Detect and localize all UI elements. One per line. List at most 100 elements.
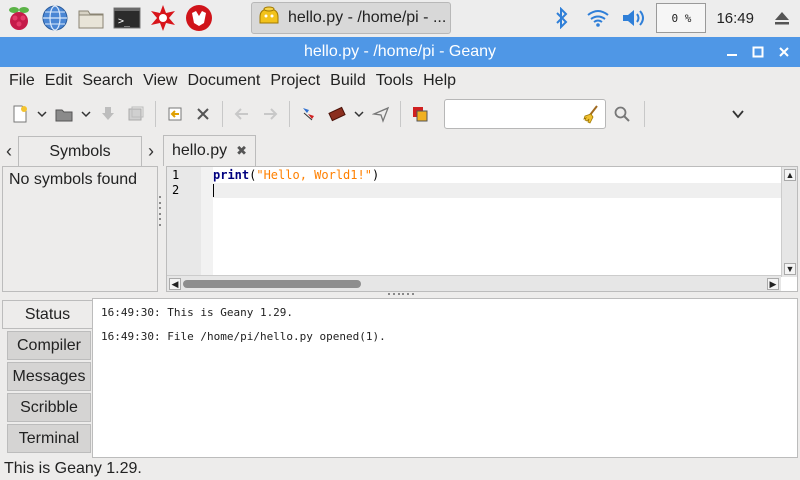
task-button-label: hello.py - /home/pi - ... — [288, 9, 447, 26]
line-number-gutter: 1 2 — [167, 167, 201, 277]
sidebar-prev-tab-icon[interactable]: ‹ — [2, 140, 16, 162]
symbols-empty-text: No symbols found — [9, 171, 138, 188]
scroll-down-icon[interactable]: ▼ — [784, 263, 796, 275]
editor-horizontal-scrollbar[interactable]: ◀ ▶ — [167, 275, 781, 291]
menu-tools[interactable]: Tools — [371, 72, 418, 90]
document-tab[interactable]: hello.py ✖ — [163, 135, 256, 166]
window-title: hello.py - /home/pi - Geany — [303, 43, 497, 60]
menu-file[interactable]: File — [4, 72, 40, 90]
open-file-icon[interactable] — [52, 102, 76, 126]
sidebar-next-tab-icon[interactable]: › — [144, 140, 158, 162]
scroll-right-icon[interactable]: ▶ — [767, 278, 779, 290]
task-button-geany[interactable]: hello.py - /home/pi - ... — [251, 2, 451, 34]
wolfram-icon[interactable] — [182, 1, 216, 35]
menu-view[interactable]: View — [138, 72, 182, 90]
execute-icon[interactable] — [369, 102, 393, 126]
code-string: "Hello, World1!" — [256, 168, 372, 182]
code-area[interactable]: print("Hello, World1!") — [213, 167, 781, 277]
scroll-up-icon[interactable]: ▲ — [784, 169, 796, 181]
maximize-icon[interactable] — [750, 44, 766, 60]
editor-vertical-scrollbar[interactable]: ▲ ▼ — [781, 167, 797, 277]
desktop: >_ hello.py - /home/pi - ... 0 % 16:49 h… — [0, 0, 800, 480]
close-icon[interactable] — [776, 44, 792, 60]
menu-edit[interactable]: Edit — [40, 72, 78, 90]
tab-symbols[interactable]: Symbols — [18, 136, 142, 166]
code-line: print("Hello, World1!") — [213, 168, 781, 183]
toolbar-separator — [155, 101, 156, 127]
fold-margin[interactable] — [201, 167, 213, 277]
scroll-left-icon[interactable]: ◀ — [169, 278, 181, 290]
new-file-icon[interactable] — [8, 102, 32, 126]
horizontal-scroll-thumb[interactable] — [183, 280, 361, 288]
log-line: 16:49:30: This is Geany 1.29. — [101, 306, 294, 319]
build-dropdown-icon[interactable] — [353, 102, 365, 126]
search-box — [444, 99, 606, 129]
symbols-panel: No symbols found — [2, 166, 158, 292]
message-window-tabs: Status Compiler Messages Scribble Termin… — [0, 298, 94, 458]
code-editor[interactable]: 1 2 print("Hello, World1!") ▲ ▼ ◀ ▶ — [166, 166, 798, 292]
menu-build[interactable]: Build — [325, 72, 371, 90]
toolbar-separator — [400, 101, 401, 127]
menu-project[interactable]: Project — [265, 72, 325, 90]
window-controls — [724, 37, 792, 67]
statusbar: This is Geany 1.29. — [0, 459, 800, 480]
open-file-dropdown-icon[interactable] — [80, 102, 92, 126]
search-input[interactable] — [445, 100, 575, 128]
raspberry-menu-icon[interactable] — [2, 1, 36, 35]
document-tab-label: hello.py — [172, 142, 228, 159]
save-icon[interactable] — [96, 102, 120, 126]
volume-icon[interactable] — [616, 0, 652, 36]
file-manager-icon[interactable] — [74, 1, 108, 35]
web-browser-icon[interactable] — [38, 1, 72, 35]
forward-icon[interactable] — [258, 102, 282, 126]
window-titlebar[interactable]: hello.py - /home/pi - Geany — [0, 37, 800, 67]
tab-status[interactable]: Status — [2, 300, 92, 329]
menu-search[interactable]: Search — [77, 72, 138, 90]
revert-icon[interactable] — [163, 102, 187, 126]
log-line: 16:49:30: File /home/pi/hello.py opened(… — [101, 330, 386, 343]
toolbar-overflow-icon[interactable] — [726, 102, 750, 126]
status-log[interactable]: 16:49:30: This is Geany 1.29. 16:49:30: … — [92, 298, 798, 458]
tab-terminal[interactable]: Terminal — [7, 424, 91, 453]
menu-document[interactable]: Document — [182, 72, 265, 90]
new-file-dropdown-icon[interactable] — [36, 102, 48, 126]
build-icon[interactable] — [325, 102, 349, 126]
message-pane-resize-handle[interactable] — [388, 293, 414, 296]
toolbar — [0, 96, 800, 132]
tab-scribble[interactable]: Scribble — [7, 393, 91, 422]
text-cursor — [213, 184, 214, 197]
save-all-icon[interactable] — [124, 102, 148, 126]
sidebar-resize-handle[interactable] — [158, 196, 162, 226]
code-keyword: print — [213, 168, 250, 182]
tab-close-icon[interactable]: ✖ — [236, 143, 247, 159]
line-number: 1 — [172, 168, 180, 182]
back-icon[interactable] — [230, 102, 254, 126]
line-number: 2 — [172, 183, 180, 197]
tab-compiler[interactable]: Compiler — [7, 331, 91, 360]
compile-icon[interactable] — [297, 102, 321, 126]
clock[interactable]: 16:49 — [712, 10, 764, 27]
eject-icon[interactable] — [764, 0, 800, 36]
system-tray: 0 % 16:49 — [544, 0, 800, 36]
minimize-icon[interactable] — [724, 44, 740, 60]
geany-icon — [256, 3, 282, 34]
menubar: File Edit Search View Document Project B… — [0, 67, 800, 95]
menu-help[interactable]: Help — [418, 72, 461, 90]
close-file-icon[interactable] — [191, 102, 215, 126]
toolbar-separator — [644, 101, 645, 127]
toolbar-separator — [289, 101, 290, 127]
toolbar-separator — [222, 101, 223, 127]
tab-messages[interactable]: Messages — [7, 362, 91, 391]
cpu-monitor[interactable]: 0 % — [656, 3, 707, 33]
sidebar-tabs: ‹ Symbols › — [0, 136, 160, 166]
code-line-current — [213, 183, 781, 198]
bluetooth-icon[interactable] — [544, 0, 580, 36]
clear-search-icon[interactable] — [581, 104, 601, 124]
color-chooser-icon[interactable] — [408, 102, 432, 126]
terminal-icon[interactable]: >_ — [110, 1, 144, 35]
svg-text:>_: >_ — [118, 16, 131, 27]
find-icon[interactable] — [610, 102, 634, 126]
mathematica-icon[interactable] — [146, 1, 180, 35]
taskbar: >_ hello.py - /home/pi - ... 0 % 16:49 — [0, 0, 800, 36]
wifi-icon[interactable] — [580, 0, 616, 36]
